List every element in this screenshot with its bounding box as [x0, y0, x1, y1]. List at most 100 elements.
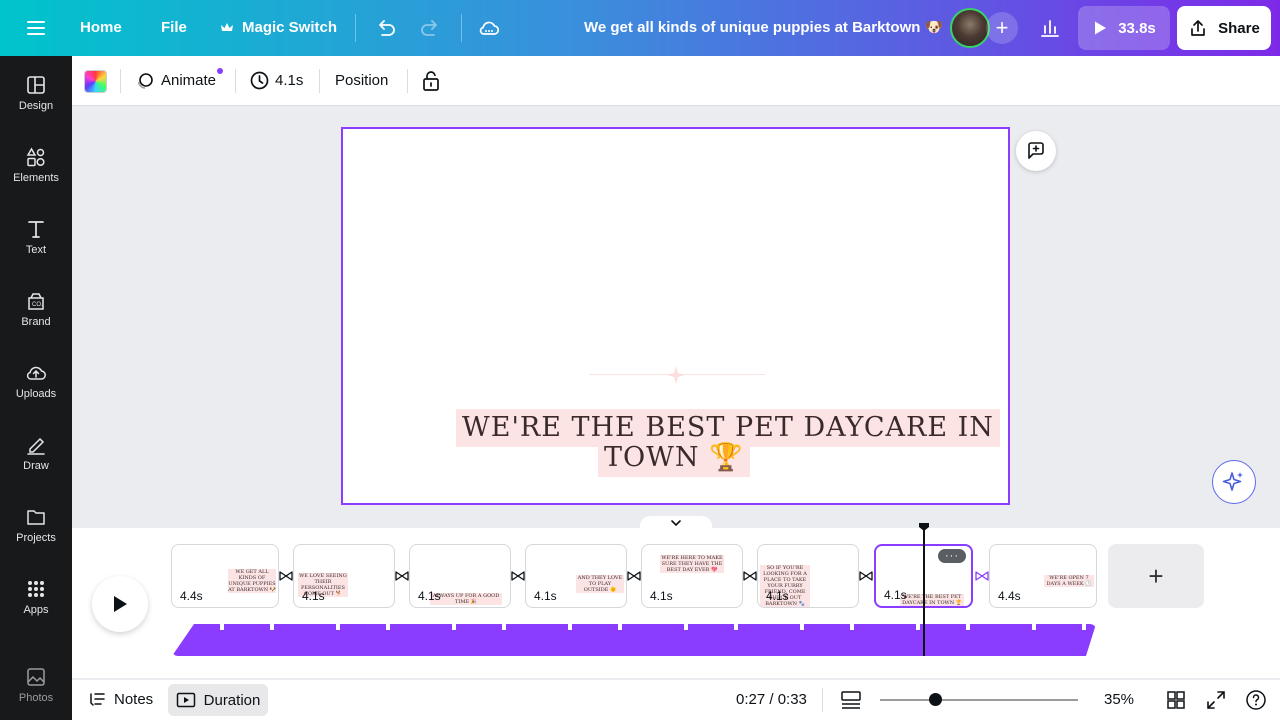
plus-icon: +	[995, 15, 1009, 40]
grid-view-icon[interactable]	[1166, 690, 1186, 710]
zoom-slider-track[interactable]	[880, 699, 1078, 701]
timeline-clip[interactable]: And they love to play outside 🌞 4.1s	[525, 544, 627, 608]
magic-switch-button[interactable]: Magic Switch	[220, 19, 337, 36]
heading-line-2[interactable]: TOWN 🏆	[598, 439, 750, 477]
share-button[interactable]: Share	[1177, 6, 1271, 50]
magic-assistant-button[interactable]	[1212, 460, 1256, 504]
sidebar-item-projects[interactable]: Projects	[0, 506, 72, 570]
menu-icon[interactable]	[26, 18, 46, 38]
transition-icon[interactable]	[859, 570, 873, 582]
play-button[interactable]	[92, 576, 148, 632]
file-menu-button[interactable]: File	[161, 19, 187, 36]
transition-icon[interactable]	[975, 570, 989, 582]
document-title[interactable]: We get all kinds of unique puppies at Ba…	[584, 18, 943, 36]
editor-toolbar: Animate 4.1s Position	[72, 56, 1280, 106]
transition-icon[interactable]	[279, 570, 293, 582]
clip-thumbnail-text: We're open 7 days a week 🕐	[1044, 575, 1094, 587]
clip-duration: 4.1s	[418, 589, 441, 603]
transition-icon[interactable]	[395, 570, 409, 582]
home-button[interactable]: Home	[80, 19, 122, 36]
collapse-timeline-button[interactable]	[640, 516, 712, 530]
duration-toggle-button[interactable]: Duration	[168, 684, 268, 716]
audio-beat-marker	[1082, 624, 1086, 630]
sidebar-item-design[interactable]: Design	[0, 74, 72, 138]
playhead[interactable]	[923, 527, 925, 656]
clip-thumbnail-text: And they love to play outside 🌞	[576, 575, 624, 593]
sidebar-item-label: Draw	[23, 460, 49, 472]
chevron-down-icon	[670, 519, 682, 527]
top-bar: Home File Magic Switch We get all kinds …	[0, 0, 1280, 56]
page-duration-button[interactable]: 4.1s	[275, 72, 303, 89]
transition-icon[interactable]	[743, 570, 757, 582]
lock-icon[interactable]	[421, 70, 441, 92]
notes-button[interactable]: Notes	[88, 690, 153, 708]
timeline-clip[interactable]: We love seeing their personalities come …	[293, 544, 395, 608]
clip-duration: 4.1s	[884, 588, 907, 602]
sidebar-item-apps[interactable]: Apps	[0, 578, 72, 642]
redo-icon[interactable]	[420, 17, 442, 39]
help-icon[interactable]	[1245, 689, 1267, 711]
fullscreen-icon[interactable]	[1206, 690, 1226, 710]
left-sidebar: Design Elements Text CO. Brand Uploads D…	[0, 56, 72, 720]
present-button[interactable]: 33.8s	[1078, 6, 1170, 50]
comment-icon	[1025, 140, 1047, 162]
sidebar-item-label: Elements	[13, 172, 59, 184]
cloud-sync-icon[interactable]	[477, 16, 501, 40]
add-collaborator-button[interactable]: +	[986, 12, 1018, 44]
timeline-clip[interactable]: We get all kinds of unique puppies at Ba…	[171, 544, 279, 608]
clip-duration: 4.1s	[534, 589, 557, 603]
timeline-clip[interactable]: We're here to make sure they have the be…	[641, 544, 743, 608]
playback-time: 0:27 / 0:33	[736, 691, 807, 708]
text-icon	[25, 218, 47, 240]
sidebar-item-text[interactable]: Text	[0, 218, 72, 282]
zoom-slider-handle[interactable]	[928, 693, 942, 706]
timeline-clip[interactable]: So if you're looking for a place to take…	[757, 544, 859, 608]
elements-icon	[25, 146, 47, 168]
clip-thumbnail-text: We get all kinds of unique puppies at Ba…	[228, 569, 276, 593]
animate-button[interactable]: Animate	[161, 72, 216, 89]
transition-icon[interactable]	[511, 570, 525, 582]
notes-label: Notes	[114, 690, 154, 708]
add-comment-button[interactable]	[1016, 131, 1056, 171]
sidebar-item-brand[interactable]: CO. Brand	[0, 290, 72, 354]
avatar[interactable]	[950, 8, 990, 48]
sidebar-item-label: Photos	[18, 692, 54, 704]
zoom-percentage[interactable]: 35%	[1104, 691, 1134, 708]
photos-icon	[25, 666, 47, 688]
audio-beat-marker	[800, 624, 804, 630]
insights-button[interactable]	[1032, 10, 1068, 46]
sidebar-item-uploads[interactable]: Uploads	[0, 362, 72, 426]
sidebar-item-draw[interactable]: Draw	[0, 434, 72, 498]
design-page[interactable]: WE'RE THE BEST PET DAYCARE IN TOWN 🏆	[341, 127, 1010, 505]
position-button[interactable]: Position	[335, 72, 388, 89]
undo-icon[interactable]	[374, 17, 396, 39]
share-icon	[1188, 18, 1208, 38]
clip-more-options-button[interactable]: ···	[938, 549, 966, 563]
timeline-clip[interactable]: We're open 7 days a week 🕐 4.4s	[989, 544, 1097, 608]
sidebar-item-label: Brand	[21, 316, 51, 328]
audio-beat-marker	[618, 624, 622, 630]
audio-beat-marker	[452, 624, 456, 630]
playhead-handle[interactable]	[918, 522, 930, 532]
animate-icon	[135, 71, 155, 91]
timeline-clip[interactable]: Always up for a good time 🎉 4.1s	[409, 544, 511, 608]
present-duration: 33.8s	[1118, 19, 1156, 37]
clock-icon[interactable]	[249, 70, 270, 91]
audio-beat-marker	[568, 624, 572, 630]
audio-track[interactable]	[172, 624, 1096, 656]
divider	[235, 69, 236, 93]
clip-thumbnail-text: Always up for a good time 🎉	[430, 593, 502, 605]
sidebar-item-elements[interactable]: Elements	[0, 146, 72, 210]
color-picker-swatch[interactable]	[84, 70, 107, 93]
add-page-button[interactable]: +	[1108, 544, 1204, 608]
clip-duration: 4.4s	[998, 589, 1021, 603]
divider	[822, 688, 823, 712]
draw-icon	[25, 434, 47, 456]
share-label: Share	[1218, 19, 1260, 37]
page-view-icon[interactable]	[840, 690, 862, 710]
clip-duration: 4.4s	[180, 589, 203, 603]
notification-dot	[217, 68, 223, 74]
bar-chart-icon	[1039, 17, 1061, 39]
transition-icon[interactable]	[627, 570, 641, 582]
sidebar-item-photos[interactable]: Photos	[0, 666, 72, 720]
